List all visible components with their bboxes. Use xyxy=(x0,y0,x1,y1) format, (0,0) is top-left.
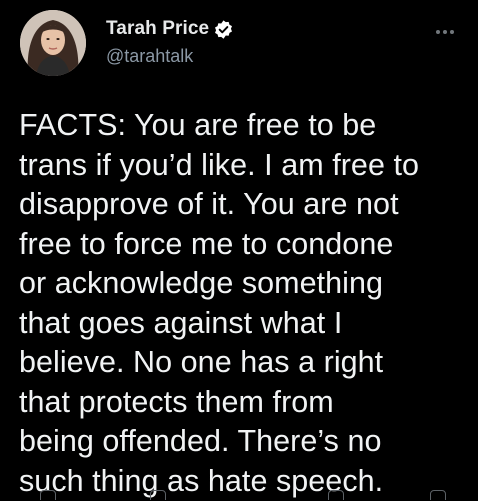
share-icon[interactable] xyxy=(430,490,446,500)
more-horizontal-icon[interactable] xyxy=(430,22,460,42)
like-icon[interactable] xyxy=(328,490,344,500)
action-bar xyxy=(0,488,478,500)
retweet-icon[interactable] xyxy=(150,490,166,500)
tweet-text: FACTS: You are free to be trans if you’d… xyxy=(19,108,420,498)
reply-icon[interactable] xyxy=(40,490,56,500)
author-display-name[interactable]: Tarah Price xyxy=(106,18,209,40)
avatar[interactable] xyxy=(20,10,86,76)
author-name-row[interactable]: Tarah Price xyxy=(106,16,234,42)
tweet-card: Tarah Price @tarahtalk FACTS: You are fr… xyxy=(0,0,478,500)
author-handle[interactable]: @tarahtalk xyxy=(106,46,193,67)
verified-badge-icon xyxy=(213,19,234,40)
